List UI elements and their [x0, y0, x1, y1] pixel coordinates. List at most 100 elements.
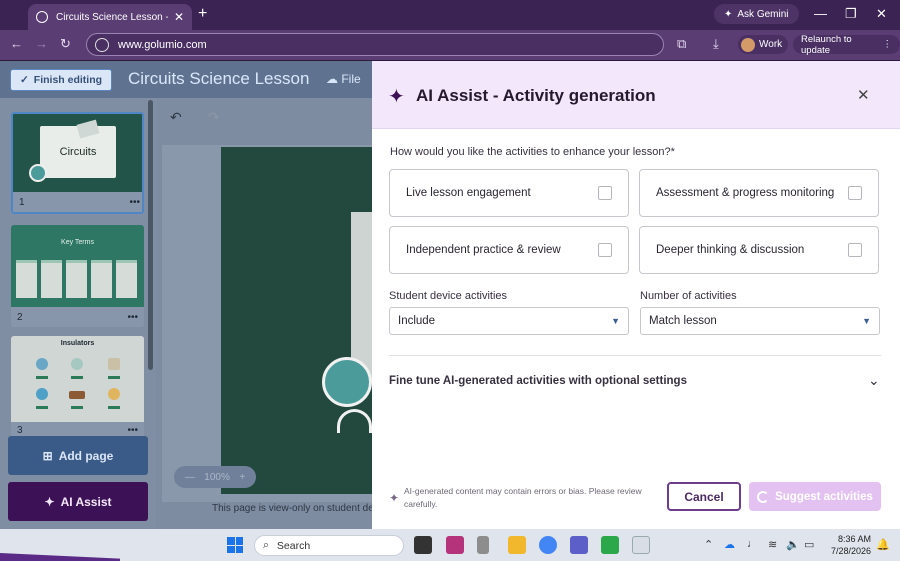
zoom-level: 100%	[204, 471, 230, 483]
item-label-bar	[36, 406, 48, 409]
item-label-bar	[71, 376, 83, 379]
checkbox[interactable]	[848, 243, 862, 257]
slide-more-icon[interactable]: •••	[127, 312, 138, 323]
zoom-out-button[interactable]: —	[185, 472, 195, 483]
checkbox[interactable]	[598, 186, 612, 200]
option-label: Live lesson engagement	[406, 187, 531, 199]
sparkle-icon: ✦	[389, 491, 400, 505]
windows-start-icon[interactable]	[227, 537, 243, 553]
enhance-question: How would you like the activities to enh…	[390, 146, 675, 158]
dropdown-caret-icon: ▼	[611, 316, 620, 326]
document-title[interactable]: Circuits Science Lesson	[128, 69, 309, 89]
file-explorer-icon[interactable]	[508, 536, 526, 554]
term-card	[116, 260, 137, 298]
volume-icon[interactable]: 🔈	[786, 538, 800, 551]
item-image	[36, 388, 48, 400]
checkmark-icon: ✓	[19, 74, 29, 86]
download-icon[interactable]: ⤓	[713, 36, 719, 52]
device-activities-select[interactable]: Include ▼	[389, 307, 629, 335]
snipping-tool-icon[interactable]	[632, 536, 650, 554]
relaunch-button[interactable]: Relaunch to update ⋮	[793, 34, 900, 56]
forward-arrow-icon[interactable]: →	[35, 36, 48, 51]
activity-count-label: Number of activities	[640, 290, 737, 302]
tray-chevron-icon[interactable]: ⌃	[704, 538, 713, 551]
profile-button[interactable]: Work	[738, 35, 789, 54]
system-clock[interactable]: 8:36 AM 7/28/2026	[825, 533, 871, 557]
term-card	[66, 260, 87, 298]
green-app-icon[interactable]	[601, 536, 619, 554]
option-deeper-thinking[interactable]: Deeper thinking & discussion	[639, 226, 879, 274]
sidebar-scrollbar[interactable]	[148, 100, 153, 370]
slide-preview: Circuits	[13, 114, 142, 196]
browser-tab[interactable]: Circuits Science Lesson - Lumio ✕	[28, 4, 192, 30]
task-view-icon[interactable]	[414, 536, 432, 554]
sparkle-icon: ✦	[44, 494, 55, 509]
minimize-icon[interactable]: —	[814, 6, 827, 21]
redo-icon[interactable]: ↷	[208, 109, 220, 126]
activity-count-select[interactable]: Match lesson ▼	[640, 307, 880, 335]
option-live-lesson-engagement[interactable]: Live lesson engagement	[389, 169, 629, 217]
sparkle-icon: ✦	[388, 86, 405, 108]
dialog-title: AI Assist - Activity generation	[416, 86, 656, 105]
kebab-menu-icon[interactable]: ⋮	[883, 39, 893, 50]
item-image	[108, 358, 120, 370]
microphone-icon[interactable]: ♩	[747, 538, 758, 550]
extensions-icon[interactable]: ⧉	[677, 36, 686, 52]
microphone-app-icon[interactable]	[477, 536, 489, 554]
zoom-control: — 100% +	[174, 466, 256, 488]
battery-icon[interactable]: ▭	[804, 538, 814, 551]
tab-title: Circuits Science Lesson - Lumio	[56, 11, 168, 23]
tab-close-icon[interactable]: ✕	[174, 10, 184, 24]
fine-tune-toggle[interactable]: Fine tune AI-generated activities with o…	[389, 375, 687, 387]
item-label-bar	[71, 406, 83, 409]
reload-icon[interactable]: ↻	[60, 36, 71, 52]
undo-icon[interactable]: ↶	[170, 109, 182, 126]
slide-canvas[interactable]	[221, 147, 372, 494]
item-image	[36, 358, 48, 370]
finish-editing-button[interactable]: ✓ Finish editing	[10, 69, 112, 91]
cancel-button[interactable]: Cancel	[667, 482, 741, 511]
slide-thumbnail-1[interactable]: Circuits 1 •••	[11, 112, 144, 214]
avatar	[741, 37, 755, 52]
slide-thumbnail-2[interactable]: Key Terms 2 •••	[11, 225, 144, 327]
checkbox[interactable]	[598, 243, 612, 257]
close-icon[interactable]: ✕	[857, 86, 870, 104]
address-bar[interactable]: www.golumio.com	[86, 33, 664, 56]
suggest-activities-button[interactable]: Suggest activities	[749, 482, 881, 511]
new-tab-button[interactable]: +	[198, 5, 207, 23]
globe-icon	[322, 357, 372, 407]
slide-preview: Key Terms	[11, 225, 144, 307]
option-assessment-progress[interactable]: Assessment & progress monitoring	[639, 169, 879, 217]
ask-gemini-button[interactable]: ✦ Ask Gemini	[714, 4, 799, 24]
wifi-icon[interactable]: ≋	[768, 538, 777, 551]
slide-more-icon[interactable]: •••	[127, 425, 138, 436]
chrome-icon[interactable]	[539, 536, 557, 554]
slide-footer: 2 •••	[11, 307, 144, 327]
site-info-icon[interactable]	[95, 37, 109, 52]
teams-icon[interactable]	[570, 536, 588, 554]
term-card	[41, 260, 62, 298]
checkbox[interactable]	[848, 186, 862, 200]
activity-count-value: Match lesson	[649, 315, 717, 327]
option-independent-practice[interactable]: Independent practice & review	[389, 226, 629, 274]
clock-time: 8:36 AM	[837, 534, 871, 544]
onedrive-icon[interactable]: ☁	[724, 538, 735, 551]
window-close-icon[interactable]: ✕	[876, 6, 887, 22]
ai-assist-button[interactable]: ✦ AI Assist	[8, 482, 148, 521]
chevron-down-icon[interactable]: ⌄	[868, 372, 880, 389]
slide-footer: 1 •••	[13, 192, 142, 212]
taskbar-search[interactable]: ⌕ Search	[254, 535, 404, 556]
back-arrow-icon[interactable]: ←	[10, 36, 23, 51]
option-label: Deeper thinking & discussion	[656, 244, 805, 256]
search-icon: ⌕	[263, 539, 269, 551]
app-icon[interactable]	[446, 536, 464, 554]
maximize-icon[interactable]: ❐	[845, 6, 857, 22]
notification-bell-icon[interactable]: 🔔	[876, 538, 890, 551]
slide-thumbnail-3[interactable]: Insulators 3 •••	[11, 336, 144, 438]
zoom-in-button[interactable]: +	[239, 472, 245, 483]
slide-more-icon[interactable]: •••	[129, 197, 140, 208]
add-page-button[interactable]: ⊞ Add page	[8, 436, 148, 475]
slide-preview: Insulators	[11, 336, 144, 422]
option-label: Assessment & progress monitoring	[656, 187, 835, 199]
option-label: Independent practice & review	[406, 244, 561, 256]
